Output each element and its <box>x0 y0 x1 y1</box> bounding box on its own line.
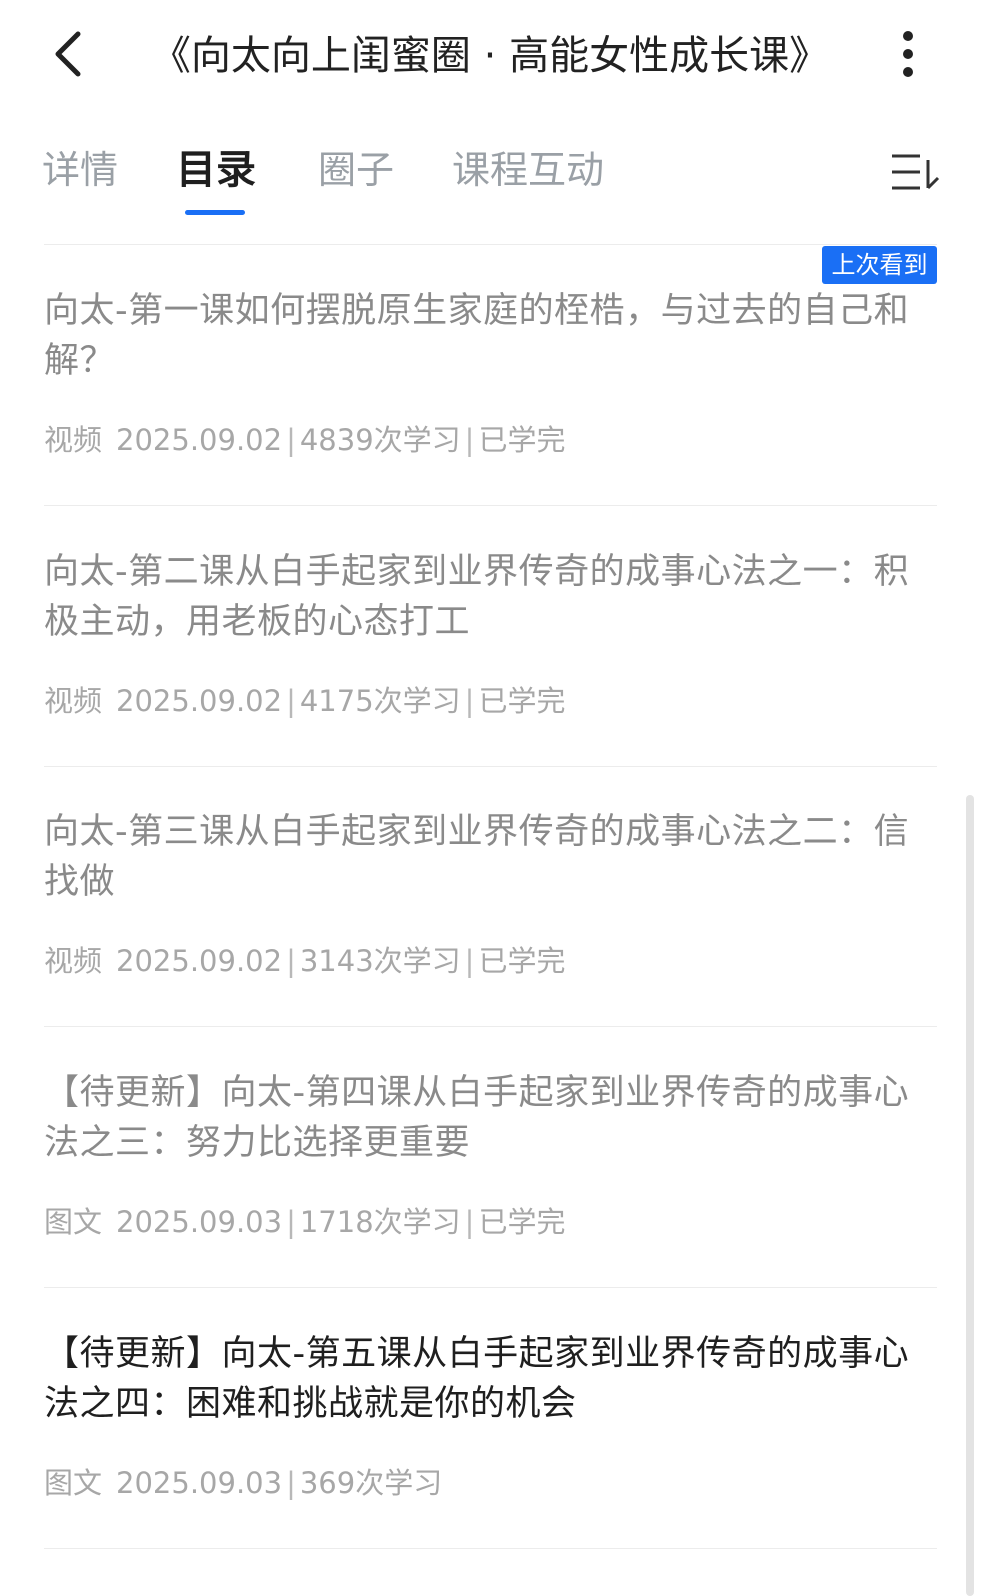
lesson-type: 视频 <box>44 423 103 457</box>
lesson-title: 向太-第三课从白手起家到业界传奇的成事心法之二：信找做 <box>44 812 910 902</box>
lesson-meta: 视频 2025.09.02 | 3143次学习 | 已学完 <box>44 941 937 981</box>
divider <box>44 505 937 506</box>
lesson-status: 已学完 <box>478 684 566 718</box>
lesson-meta: 图文 2025.09.03 | 369次学习 <box>44 1463 937 1503</box>
lesson-title: 【待更新】向太-第五课从白手起家到业界传奇的成事心法之四：困难和挑战就是你的机会 <box>44 1334 910 1424</box>
lesson-views: 3143次学习 <box>299 944 461 978</box>
vertical-dots-icon-dot-3 <box>903 67 913 77</box>
divider <box>44 1026 937 1027</box>
sort-list-icon <box>892 154 940 190</box>
lesson-type: 视频 <box>44 684 103 718</box>
vertical-dots-icon-dot-2 <box>903 49 913 59</box>
tab-circle[interactable]: 圈子 <box>318 140 394 200</box>
lesson-date: 2025.09.03 <box>116 1205 283 1239</box>
sort-list-button[interactable] <box>890 150 940 194</box>
lesson-views: 4175次学习 <box>299 684 461 718</box>
lesson-item-2[interactable]: 向太-第二课从白手起家到业界传奇的成事心法之一：积极主动，用老板的心态打工 视频… <box>44 547 937 721</box>
lesson-meta: 视频 2025.09.02 | 4175次学习 | 已学完 <box>44 681 937 721</box>
app-bar: 《向太向上闺蜜圈 · 高能女性成长课》 <box>0 0 1000 112</box>
back-button[interactable] <box>40 26 96 82</box>
chevron-left-icon <box>55 31 81 77</box>
meta-separator: | <box>464 423 475 457</box>
tab-bar: 详情 目录 圈子 课程互动 <box>0 120 1000 230</box>
divider <box>44 1548 937 1549</box>
meta-separator: | <box>464 944 475 978</box>
lesson-views: 1718次学习 <box>299 1205 461 1239</box>
more-options-button[interactable] <box>880 26 936 82</box>
lesson-status: 已学完 <box>478 944 566 978</box>
lesson-meta: 图文 2025.09.03 | 1718次学习 | 已学完 <box>44 1202 937 1242</box>
scrollbar[interactable] <box>966 795 974 1596</box>
lesson-date: 2025.09.02 <box>116 684 283 718</box>
tab-catalog[interactable]: 目录 <box>176 140 256 200</box>
meta-separator: | <box>464 1205 475 1239</box>
meta-separator: | <box>286 1205 296 1239</box>
lesson-views: 4839次学习 <box>299 423 461 457</box>
lesson-title: 向太-第一课如何摆脱原生家庭的桎梏，与过去的自己和解？ <box>44 291 910 381</box>
tab-details[interactable]: 详情 <box>42 140 118 200</box>
last-watched-badge: 上次看到 <box>822 246 937 284</box>
active-tab-indicator <box>185 210 245 215</box>
divider <box>44 244 937 245</box>
divider <box>44 1287 937 1288</box>
lesson-type: 视频 <box>44 944 103 978</box>
lesson-title: 【待更新】向太-第四课从白手起家到业界传奇的成事心法之三：努力比选择更重要 <box>44 1073 910 1163</box>
lesson-date: 2025.09.03 <box>116 1466 283 1500</box>
lesson-status: 已学完 <box>478 1205 566 1239</box>
meta-separator: | <box>286 944 296 978</box>
lesson-type: 图文 <box>44 1205 103 1239</box>
lesson-date: 2025.09.02 <box>116 423 283 457</box>
lesson-type: 图文 <box>44 1466 103 1500</box>
lesson-status: 已学完 <box>478 423 566 457</box>
lesson-item-4[interactable]: 【待更新】向太-第四课从白手起家到业界传奇的成事心法之三：努力比选择更重要 图文… <box>44 1068 937 1242</box>
vertical-dots-icon <box>903 31 913 41</box>
meta-separator: | <box>286 1466 296 1500</box>
lesson-views: 369次学习 <box>299 1466 443 1500</box>
lesson-item-1[interactable]: 向太-第一课如何摆脱原生家庭的桎梏，与过去的自己和解？ 视频 2025.09.02… <box>44 286 937 460</box>
lesson-date: 2025.09.02 <box>116 944 283 978</box>
lesson-item-5[interactable]: 【待更新】向太-第五课从白手起家到业界传奇的成事心法之四：困难和挑战就是你的机会… <box>44 1329 937 1503</box>
lesson-meta: 视频 2025.09.02 | 4839次学习 | 已学完 <box>44 420 937 460</box>
meta-separator: | <box>286 684 296 718</box>
divider <box>44 766 937 767</box>
meta-separator: | <box>464 684 475 718</box>
tab-course-interaction[interactable]: 课程互动 <box>452 140 604 200</box>
lesson-title: 向太-第二课从白手起家到业界传奇的成事心法之一：积极主动，用老板的心态打工 <box>44 552 910 642</box>
lesson-item-3[interactable]: 向太-第三课从白手起家到业界传奇的成事心法之二：信找做 视频 2025.09.02… <box>44 807 937 981</box>
meta-separator: | <box>286 423 296 457</box>
page-title: 《向太向上闺蜜圈 · 高能女性成长课》 <box>150 33 830 79</box>
